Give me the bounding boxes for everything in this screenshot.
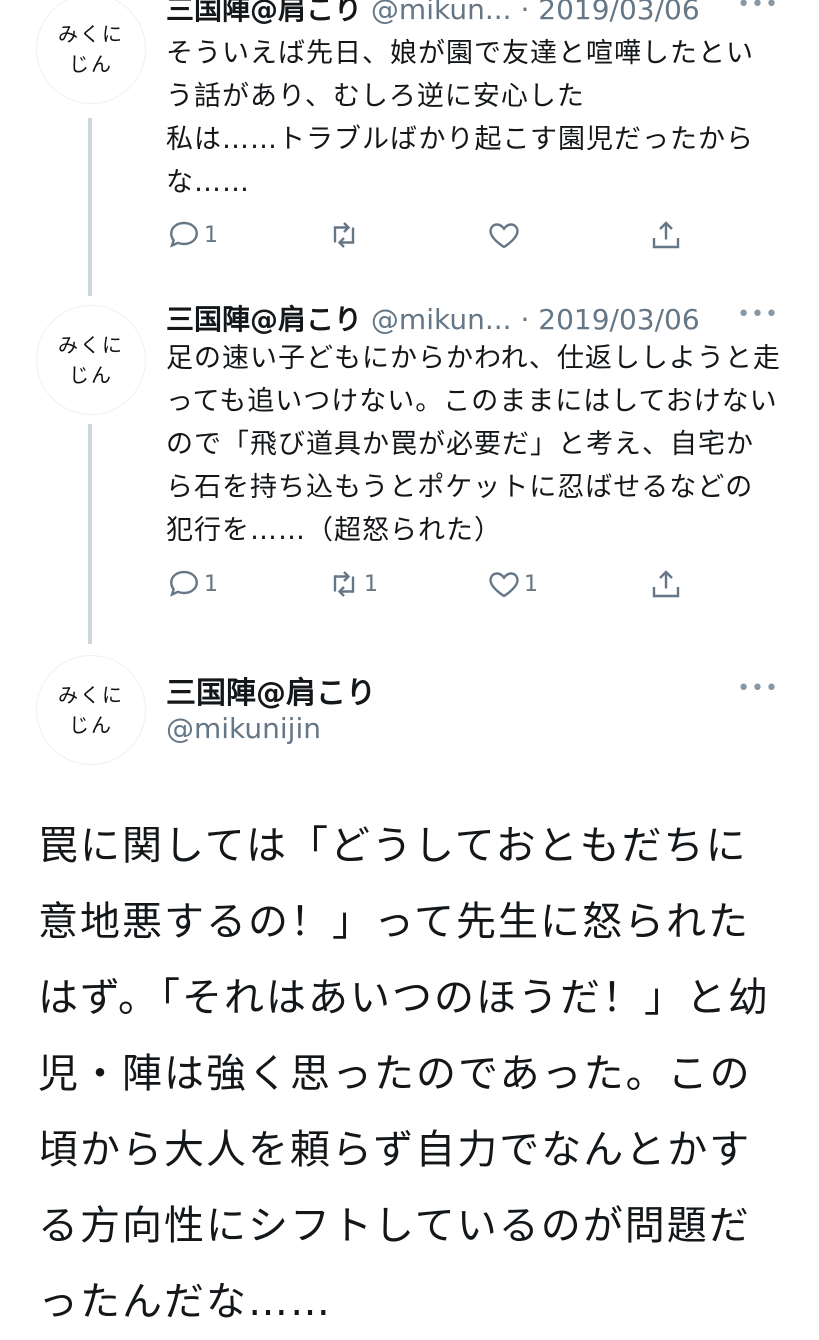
main-tweet-text: 罠に関しては「どうしておともだちに意地悪するの！」って先生に怒られたはず。「それ… bbox=[38, 823, 770, 1325]
tweet-header: 三国陣@肩こり @mikun... · 2019/03/06 bbox=[166, 0, 700, 28]
like-button[interactable]: 1 bbox=[486, 566, 538, 602]
user-handle[interactable]: @mikun... bbox=[371, 303, 512, 336]
user-handle[interactable]: @mikunijin bbox=[166, 712, 321, 745]
avatar[interactable]: みくに じん bbox=[36, 655, 146, 765]
share-button[interactable] bbox=[648, 217, 684, 253]
user-handle[interactable]: @mikun... bbox=[371, 0, 512, 26]
tweet-actions: 1 1 1 bbox=[166, 566, 726, 606]
reply-button[interactable]: 1 bbox=[166, 566, 218, 602]
heart-icon bbox=[489, 223, 519, 249]
avatar[interactable]: みくに じん bbox=[36, 0, 146, 104]
retweet-icon bbox=[333, 571, 355, 597]
heart-icon bbox=[489, 572, 519, 598]
tweet-date[interactable]: 2019/03/06 bbox=[538, 303, 699, 336]
avatar-text-line1: みくに bbox=[58, 333, 124, 357]
share-icon bbox=[652, 570, 680, 598]
avatar-text-line1: みくに bbox=[58, 22, 124, 46]
retweet-icon bbox=[333, 222, 355, 248]
avatar[interactable]: みくに じん bbox=[36, 305, 146, 415]
retweet-count: 1 bbox=[364, 571, 378, 597]
like-count: 1 bbox=[524, 571, 538, 597]
reply-icon bbox=[170, 221, 198, 248]
tweet-text: 足の速い子どもにからかわれ、仕返ししようと走っても追いつけない。このままにはして… bbox=[166, 343, 781, 546]
reply-count: 1 bbox=[204, 571, 218, 597]
more-dots-icon[interactable]: ••• bbox=[737, 676, 779, 701]
separator-dot: · bbox=[520, 0, 530, 26]
avatar-text-line1: みくに bbox=[58, 683, 124, 707]
avatar-text-line2: じん bbox=[69, 363, 113, 387]
share-icon bbox=[652, 221, 680, 249]
retweet-button[interactable] bbox=[326, 217, 364, 253]
tweet-header: 三国陣@肩こり @mikun... · 2019/03/06 bbox=[166, 298, 700, 338]
tweet-actions: 1 bbox=[166, 217, 726, 257]
retweet-button[interactable]: 1 bbox=[326, 566, 378, 602]
tweet-text: そういえば先日、娘が園で友達と喧嘩したという話があり、むしろ逆に安心した 私は…… bbox=[166, 38, 754, 198]
more-dots-icon[interactable]: ••• bbox=[737, 0, 779, 17]
share-button[interactable] bbox=[648, 566, 684, 602]
thread-connector bbox=[88, 424, 92, 644]
display-name[interactable]: 三国陣@肩こり bbox=[166, 303, 362, 336]
like-button[interactable] bbox=[486, 217, 524, 253]
reply-count: 1 bbox=[204, 222, 218, 248]
display-name[interactable]: 三国陣@肩こり bbox=[166, 668, 376, 712]
separator-dot: · bbox=[520, 303, 530, 336]
avatar-text-line2: じん bbox=[69, 713, 113, 737]
reply-button[interactable]: 1 bbox=[166, 217, 218, 253]
tweet-date[interactable]: 2019/03/06 bbox=[538, 0, 699, 26]
more-dots-icon[interactable]: ••• bbox=[737, 302, 779, 327]
avatar-text-line2: じん bbox=[69, 52, 113, 76]
thread-connector bbox=[88, 118, 92, 296]
reply-icon bbox=[170, 570, 198, 597]
display-name[interactable]: 三国陣@肩こり bbox=[166, 0, 362, 26]
